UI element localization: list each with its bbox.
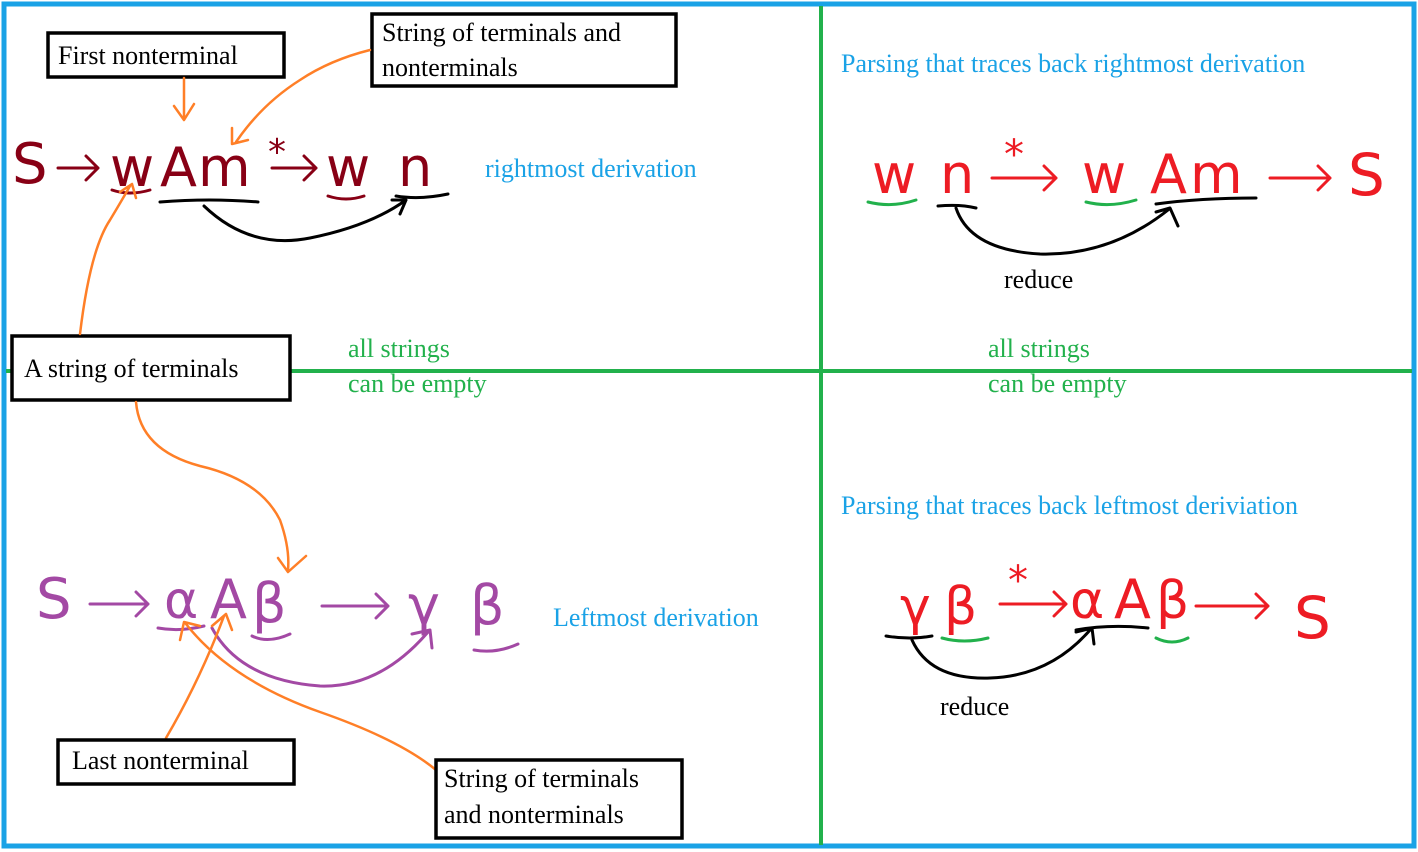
callout-first-nonterminal-arrow	[172, 76, 196, 122]
bl-s: S	[36, 567, 72, 632]
callout-last-nonterminal-text: Last nonterminal	[72, 746, 249, 775]
tr-reduce: reduce	[1004, 265, 1073, 294]
top-left-panel: S w A m * w n First nonterminal String o…	[10, 12, 697, 402]
tr-m: m	[1190, 143, 1243, 206]
tr-note-line2: can be empty	[988, 369, 1127, 398]
tl-m: m	[198, 136, 251, 199]
br-black-curve	[910, 626, 1096, 680]
callout-last-nonterminal-arrow	[164, 612, 234, 740]
br-beta2: β	[1156, 571, 1189, 631]
br-underline-beta2	[1154, 636, 1190, 644]
tr-title: Parsing that traces back rightmost deriv…	[841, 49, 1305, 78]
bl-beta2: β	[470, 574, 504, 637]
tl-note-line1: all strings	[348, 334, 450, 363]
br-star: *	[1008, 558, 1028, 604]
br-alpha: α	[1070, 571, 1104, 631]
callout-string-line1: String of terminals and	[382, 18, 621, 47]
tr-w2: w	[1082, 143, 1126, 206]
tr-black-curve	[954, 206, 1180, 256]
callout-terminals-arrow-up	[78, 182, 138, 336]
tl-underline-m	[158, 198, 260, 204]
tr-n: n	[940, 143, 974, 206]
br-s: S	[1294, 584, 1331, 652]
bl-beta: β	[252, 572, 286, 635]
bl-arrow-1	[88, 590, 150, 618]
tl-note-line2: can be empty	[348, 369, 487, 398]
tr-arrow-1	[990, 164, 1058, 192]
br-underline-beta	[940, 636, 990, 643]
bl-arrow-2	[320, 592, 390, 620]
bl-alpha: α	[164, 571, 198, 631]
callout-string-line2: nonterminals	[382, 53, 518, 82]
tl-n: n	[398, 136, 432, 199]
bottom-left-panel: S α A β γ β Leftmost derivation Last non…	[36, 400, 759, 840]
callout-terminals-text: A string of terminals	[24, 354, 238, 383]
bottom-right-panel: Parsing that traces back leftmost derivi…	[841, 491, 1331, 721]
bl-underline-beta2	[472, 642, 520, 653]
br-arrow-2	[1194, 592, 1270, 620]
tl-w2: w	[326, 136, 370, 199]
br-beta: β	[944, 577, 977, 637]
top-right-panel: Parsing that traces back rightmost deriv…	[841, 49, 1385, 398]
tr-w: w	[872, 143, 916, 206]
callout-first-nonterminal-text: First nonterminal	[58, 41, 238, 70]
tl-a: A	[160, 136, 197, 199]
tl-black-curve	[202, 198, 408, 243]
callout-string-bl-line1: String of terminals	[444, 764, 639, 793]
br-title: Parsing that traces back leftmost derivi…	[841, 491, 1298, 520]
outer-frame	[1, 1, 1417, 849]
bl-caption: Leftmost derivation	[553, 603, 759, 632]
tl-arrow-1	[56, 154, 100, 182]
tr-s: S	[1348, 141, 1385, 209]
br-gamma: γ	[900, 577, 931, 637]
tl-caption: rightmost derivation	[485, 154, 697, 183]
callout-string-bl-line2: and nonterminals	[444, 800, 624, 829]
tr-star: *	[1004, 132, 1024, 178]
br-a: A	[1114, 568, 1151, 631]
bl-gamma: γ	[408, 574, 440, 637]
callout-terminals-arrow-down	[134, 400, 308, 574]
tr-arrow-2	[1268, 164, 1332, 192]
derivation-diagram: S w A m * w n First nonterminal String o…	[1, 1, 1417, 849]
diagram-canvas: S w A m * w n First nonterminal String o…	[0, 0, 1418, 852]
tl-s: S	[12, 132, 48, 197]
tr-note-line1: all strings	[988, 334, 1090, 363]
br-reduce: reduce	[940, 692, 1009, 721]
tr-a: A	[1150, 143, 1187, 206]
